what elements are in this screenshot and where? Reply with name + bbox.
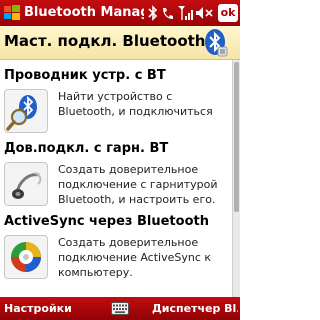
section-activesync[interactable]: ActiveSync через Bluetooth Создать довер… (0, 213, 232, 297)
vertical-scrollbar[interactable] (232, 60, 240, 297)
status-icons (146, 3, 214, 23)
section-description: Найти устройство с Bluetooth, и подключи… (58, 90, 213, 118)
bluetooth-status-icon[interactable] (146, 4, 160, 22)
phone-icon[interactable] (160, 4, 176, 22)
page-title: Маст. подкл. Bluetooth (4, 32, 206, 50)
bluetooth-logo-icon (205, 29, 228, 57)
settings-softkey[interactable]: Настройки (4, 301, 72, 316)
activesync-icon[interactable] (4, 235, 48, 279)
headset-icon[interactable] (4, 162, 48, 206)
bluetooth-search-icon[interactable] (4, 89, 48, 133)
soft-key-bar: Настройки Диспетчер Bl... (0, 297, 240, 320)
bluetooth-manager-softkey[interactable]: Диспетчер Bl... (152, 301, 238, 316)
section-description: Создать доверительное подключение с гарн… (58, 163, 218, 206)
page-header: Маст. подкл. Bluetooth (0, 26, 240, 60)
title-bar: Bluetooth Manager ok (0, 0, 240, 26)
wizard-list: Проводник устр. с BT Найти устройство с … (0, 60, 232, 297)
windows-logo-icon[interactable] (2, 3, 22, 23)
volume-mute-icon[interactable] (194, 4, 214, 22)
section-bt-explorer[interactable]: Проводник устр. с BT Найти устройство с … (0, 67, 232, 137)
ok-button[interactable]: ok (218, 4, 238, 22)
signal-icon[interactable] (176, 4, 194, 22)
keyboard-icon[interactable] (111, 302, 129, 315)
app-title: Bluetooth Manager (24, 5, 144, 20)
section-title[interactable]: Проводник устр. с BT (4, 67, 166, 84)
section-title[interactable]: ActiveSync через Bluetooth (4, 213, 209, 230)
section-headset[interactable]: Дов.подкл. с гарн. BT Создать доверитель… (0, 140, 232, 210)
section-description: Создать доверительное подключение Active… (58, 236, 212, 279)
section-title[interactable]: Дов.подкл. с гарн. BT (4, 140, 168, 157)
scrollbar-thumb[interactable] (234, 62, 239, 212)
